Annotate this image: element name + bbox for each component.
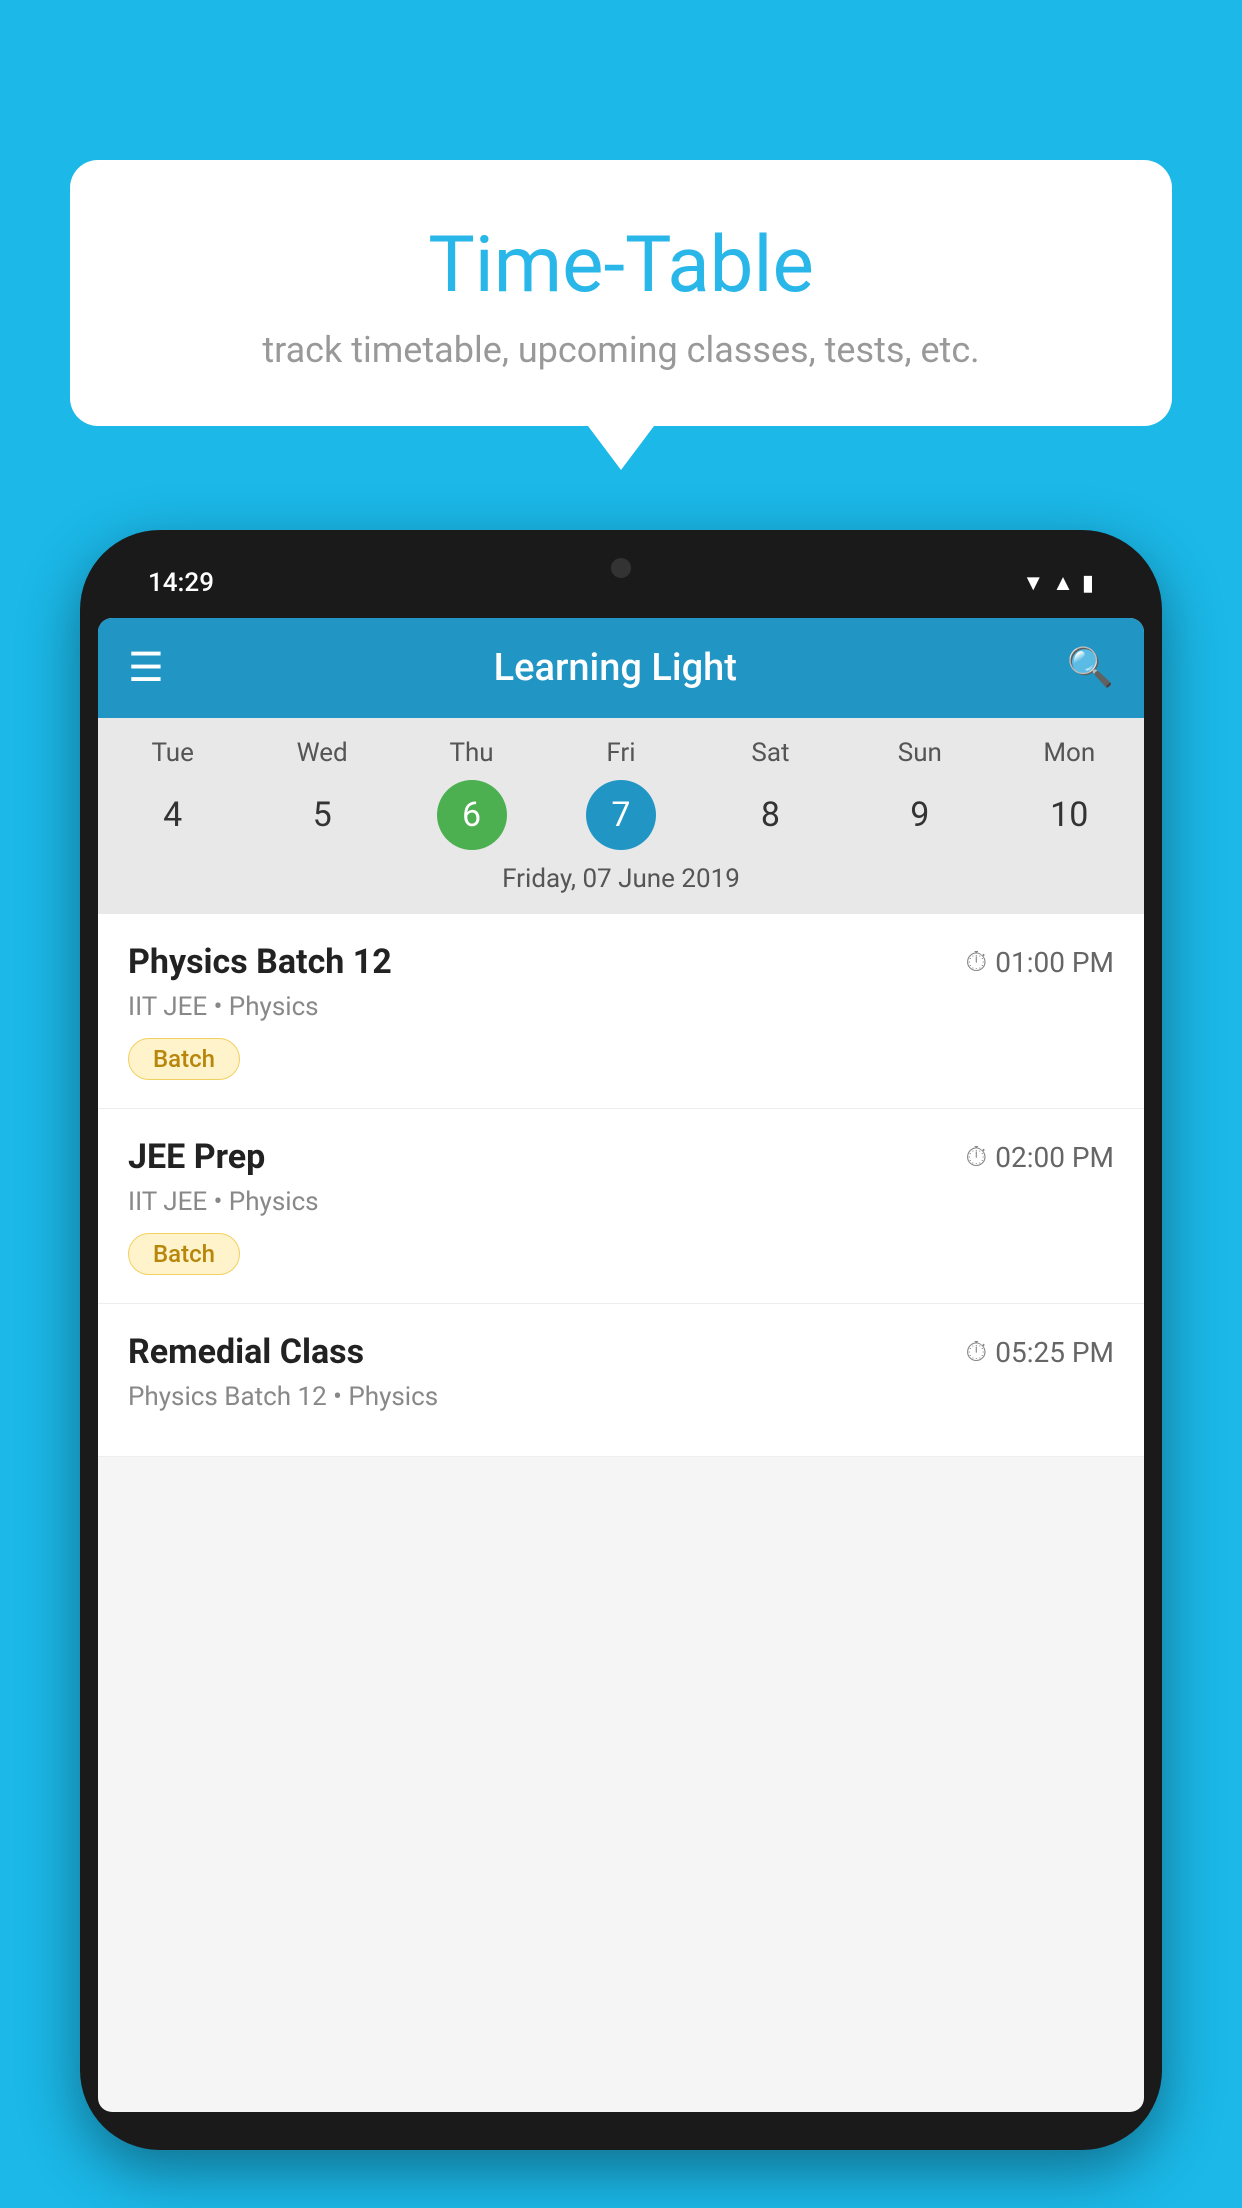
phone-top-bar: 14:29 ▼ ▲ ▮ [98, 548, 1144, 618]
day-names-row: Tue Wed Thu Fri Sat Sun Mon [98, 738, 1144, 768]
day-10[interactable]: 10 [995, 780, 1144, 850]
item-3-subtitle: Physics Batch 12 • Physics [128, 1382, 1114, 1412]
clock-icon-2: ⏱ [965, 1140, 987, 1174]
day-6-today[interactable]: 6 [437, 780, 507, 850]
item-1-time: ⏱ 01:00 PM [965, 945, 1114, 979]
bubble-subtitle: track timetable, upcoming classes, tests… [120, 329, 1122, 371]
app-title: Learning Light [494, 646, 737, 690]
schedule-item-3[interactable]: Remedial Class ⏱ 05:25 PM Physics Batch … [98, 1304, 1144, 1457]
speech-bubble: Time-Table track timetable, upcoming cla… [70, 160, 1172, 426]
day-5[interactable]: 5 [247, 780, 396, 850]
day-7-selected[interactable]: 7 [586, 780, 656, 850]
item-2-title: JEE Prep [128, 1137, 265, 1177]
item-2-badge: Batch [128, 1233, 240, 1275]
schedule-list: Physics Batch 12 ⏱ 01:00 PM IIT JEE • Ph… [98, 914, 1144, 1457]
day-name-thu: Thu [397, 738, 546, 768]
calendar-strip: Tue Wed Thu Fri Sat Sun Mon 4 5 6 7 8 9 … [98, 718, 1144, 914]
wifi-icon: ▼ [1022, 570, 1044, 596]
bubble-title: Time-Table [120, 220, 1122, 311]
day-name-tue: Tue [98, 738, 247, 768]
item-1-header: Physics Batch 12 ⏱ 01:00 PM [128, 942, 1114, 982]
app-bar: ☰ Learning Light 🔍 [98, 618, 1144, 718]
item-1-subtitle: IIT JEE • Physics [128, 992, 1114, 1022]
day-name-wed: Wed [247, 738, 396, 768]
clock-icon-1: ⏱ [965, 945, 987, 979]
day-numbers-row: 4 5 6 7 8 9 10 [98, 780, 1144, 850]
item-3-title: Remedial Class [128, 1332, 364, 1372]
camera [611, 558, 631, 578]
day-name-sat: Sat [696, 738, 845, 768]
item-2-subtitle: IIT JEE • Physics [128, 1187, 1114, 1217]
status-icons: ▼ ▲ ▮ [1022, 570, 1094, 596]
clock-icon-3: ⏱ [965, 1335, 987, 1369]
schedule-item-1[interactable]: Physics Batch 12 ⏱ 01:00 PM IIT JEE • Ph… [98, 914, 1144, 1109]
phone-mockup: 14:29 ▼ ▲ ▮ ☰ Learning Light 🔍 Tue [80, 530, 1162, 2150]
signal-icon: ▲ [1052, 570, 1074, 596]
status-time: 14:29 [148, 568, 214, 598]
hamburger-icon[interactable]: ☰ [128, 648, 164, 688]
item-1-title: Physics Batch 12 [128, 942, 392, 982]
search-icon[interactable]: 🔍 [1067, 646, 1114, 690]
date-label: Friday, 07 June 2019 [98, 864, 1144, 904]
item-3-time: ⏱ 05:25 PM [965, 1335, 1114, 1369]
phone-container: 14:29 ▼ ▲ ▮ ☰ Learning Light 🔍 Tue [80, 530, 1162, 2208]
battery-icon: ▮ [1082, 571, 1094, 596]
day-4[interactable]: 4 [98, 780, 247, 850]
item-1-badge: Batch [128, 1038, 240, 1080]
phone-notch [561, 548, 681, 588]
phone-screen: ☰ Learning Light 🔍 Tue Wed Thu Fri Sat S… [98, 618, 1144, 2112]
item-3-header: Remedial Class ⏱ 05:25 PM [128, 1332, 1114, 1372]
day-8[interactable]: 8 [696, 780, 845, 850]
day-name-mon: Mon [995, 738, 1144, 768]
item-2-header: JEE Prep ⏱ 02:00 PM [128, 1137, 1114, 1177]
schedule-item-2[interactable]: JEE Prep ⏱ 02:00 PM IIT JEE • Physics Ba… [98, 1109, 1144, 1304]
day-name-fri: Fri [546, 738, 695, 768]
speech-bubble-container: Time-Table track timetable, upcoming cla… [70, 160, 1172, 426]
item-2-time: ⏱ 02:00 PM [965, 1140, 1114, 1174]
day-9[interactable]: 9 [845, 780, 994, 850]
day-name-sun: Sun [845, 738, 994, 768]
